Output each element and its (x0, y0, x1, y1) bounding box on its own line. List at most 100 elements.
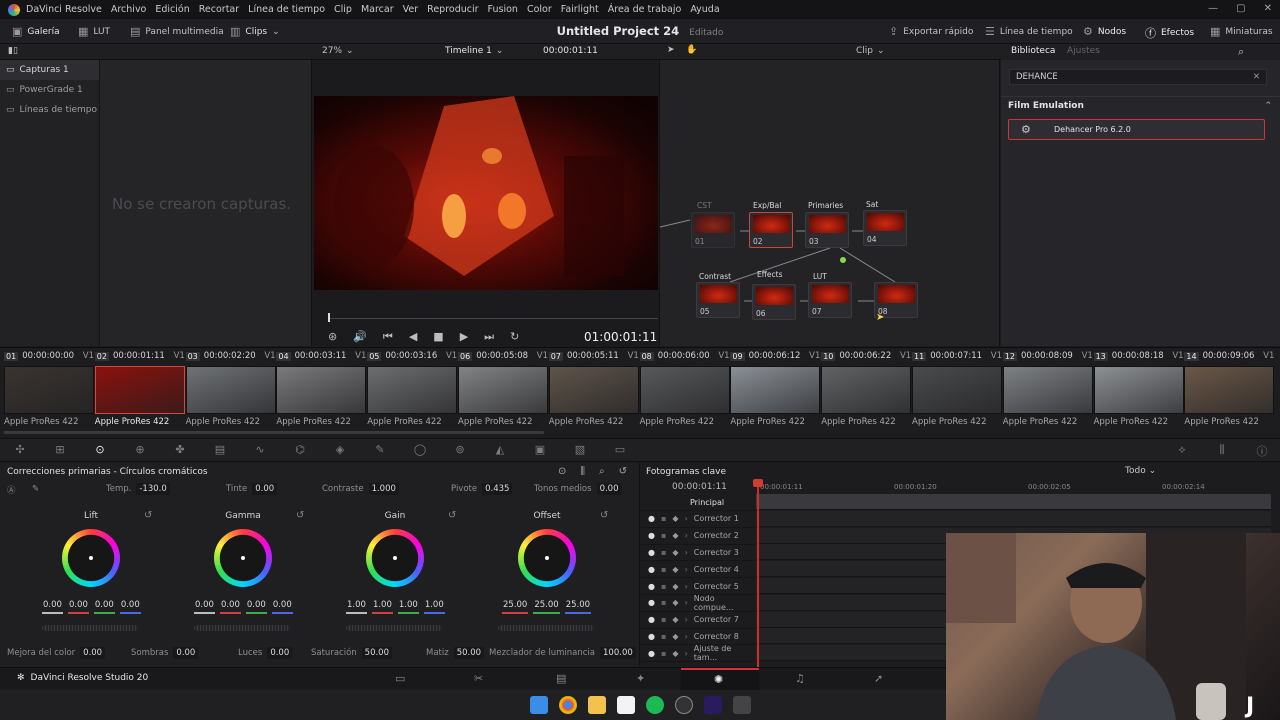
keyframe-row[interactable]: ● ▪ ◆ › Corrector 1 (641, 511, 755, 528)
wheel-value[interactable]: 1.00 (423, 600, 445, 614)
first-frame-icon[interactable]: ⏮ (383, 330, 393, 344)
menu-item[interactable]: Ver (403, 4, 419, 15)
sizing-icon[interactable]: ▧ (572, 443, 588, 457)
keyframe-track[interactable] (756, 510, 1271, 527)
bottom-param[interactable]: Matiz 50.00 (426, 647, 485, 659)
search-icon[interactable]: ⌕ (1238, 45, 1244, 59)
film-emulation-section[interactable]: Film Emulation ⌃ (1001, 96, 1280, 114)
menu-item[interactable]: Edición (155, 4, 189, 15)
hdr-icon[interactable]: ⊕ (132, 443, 148, 457)
wheel-value[interactable]: 0.00 (245, 600, 267, 614)
clip-thumbnail[interactable]: 06 00:00:05:08 V1 Apple ProRes 422 (458, 349, 548, 427)
keyframe-row[interactable]: ● ▪ ◆ › Nodo compue... (641, 594, 755, 612)
temp-control[interactable]: Temp. -130.0 (106, 483, 170, 495)
clip-thumbnail[interactable]: 04 00:00:03:11 V1 Apple ProRes 422 (276, 349, 367, 427)
color-wheel[interactable] (366, 529, 424, 587)
lock-icon[interactable]: ▪ (661, 615, 666, 624)
clip-mode-select[interactable]: Clip ⌄ (856, 46, 885, 56)
lock-icon[interactable]: ▪ (661, 548, 666, 557)
keyframe-diamond-icon[interactable]: ◆ (672, 598, 678, 607)
playhead-handle[interactable] (753, 479, 763, 487)
wheel-value[interactable]: 25.00 (564, 600, 592, 614)
color-wheel[interactable] (214, 529, 272, 587)
reset-icon[interactable]: ↺ (619, 466, 627, 477)
clear-search-icon[interactable]: ✕ (1253, 72, 1260, 82)
param-value[interactable]: 0.00 (267, 647, 293, 659)
clip-thumbnail[interactable]: 02 00:00:01:11 V1 Apple ProRes 422 (94, 349, 185, 427)
reset-icon[interactable]: ↺ (296, 510, 304, 521)
motion-effects-icon[interactable]: ▤ (212, 443, 228, 457)
master-wheel-slider[interactable] (194, 625, 290, 631)
tracker-icon[interactable]: ◯ (412, 443, 428, 457)
audio-icon[interactable]: 🔊 (353, 330, 367, 344)
wheel-value[interactable]: 0.00 (67, 600, 89, 614)
reset-icon[interactable]: ↺ (600, 510, 608, 521)
expand-arrow-icon[interactable]: › (685, 632, 688, 641)
expand-arrow-icon[interactable]: › (685, 514, 688, 523)
wheel-value[interactable]: 1.00 (346, 600, 367, 614)
clip-thumbnail[interactable]: 13 00:00:08:18 V1 Apple ProRes 422 (1093, 349, 1184, 427)
clip-thumbnail[interactable]: 09 00:00:06:12 V1 Apple ProRes 422 (730, 349, 821, 427)
clip-thumbnail[interactable]: 01 00:00:00:00 V1 Apple ProRes 422 (4, 349, 94, 427)
keyframe-row[interactable]: ● ▪ ◆ › Corrector 5 (641, 578, 755, 595)
keyframe-diamond-icon[interactable]: ◆ (672, 615, 678, 624)
info-icon[interactable]: ⓘ (1254, 443, 1270, 458)
magic-mask-icon[interactable]: ⊚ (452, 443, 468, 457)
keyframe-diamond-icon[interactable]: ◆ (672, 565, 678, 574)
menu-item[interactable]: Clip (334, 4, 352, 15)
keyframe-row[interactable]: ● ▪ ◆ › Corrector 3 (641, 544, 755, 562)
close-icon[interactable]: ✕ (1264, 3, 1272, 14)
lock-icon[interactable]: ▪ (661, 531, 666, 540)
wheel-value[interactable]: 0.00 (119, 600, 141, 614)
album-item[interactable]: ▭ Líneas de tiempo (0, 100, 99, 120)
clips-button[interactable]: ▥ Clips ⌄ (230, 25, 280, 38)
wheel-value[interactable]: 25.00 (533, 600, 560, 614)
keyframe-row[interactable]: ● ▪ ◆ › Corrector 4 (641, 561, 755, 579)
lightbox-icon[interactable]: ⟡ (1174, 443, 1190, 457)
lock-icon[interactable]: ▪ (661, 649, 666, 658)
param-value[interactable]: 50.00 (361, 647, 392, 659)
fairlight-page-icon[interactable]: ♫ (795, 672, 805, 685)
target-icon[interactable]: ⊙ (558, 466, 566, 477)
clip-thumbnail[interactable]: 05 00:00:03:16 V1 Apple ProRes 422 (367, 349, 458, 427)
visibility-dot-icon[interactable]: ● (648, 649, 655, 658)
bottom-param[interactable]: Luces 0.00 (238, 647, 293, 659)
effects-search-input[interactable]: DEHANCE ✕ (1009, 69, 1267, 85)
node-06[interactable]: 06 (752, 284, 796, 320)
expand-arrow-icon[interactable]: › (685, 548, 688, 557)
clip-thumbnail[interactable]: 08 00:00:06:00 V1 Apple ProRes 422 (639, 349, 730, 427)
visibility-dot-icon[interactable]: ● (648, 514, 655, 523)
wheel-value[interactable]: 0.00 (42, 600, 63, 614)
master-wheel-slider[interactable] (42, 625, 138, 631)
keyframe-diamond-icon[interactable]: ◆ (672, 548, 678, 557)
menu-item[interactable]: Recortar (199, 4, 239, 15)
chrome-icon[interactable] (559, 696, 577, 714)
camera-raw-icon[interactable]: ✣ (12, 443, 28, 457)
clip-thumbnail[interactable]: 07 00:00:05:11 V1 Apple ProRes 422 (548, 349, 639, 427)
param-value[interactable]: 0.00 (80, 647, 106, 659)
file-explorer-icon[interactable] (588, 696, 606, 714)
param-value[interactable]: 100.00 (600, 647, 636, 659)
wheel-value[interactable]: 0.00 (271, 600, 293, 614)
param-value[interactable]: 50.00 (453, 647, 485, 659)
notion-icon[interactable] (617, 696, 635, 714)
cut-page-icon[interactable]: ✂ (474, 672, 483, 685)
bottom-param[interactable]: Sombras 0.00 (131, 647, 199, 659)
blur-icon[interactable]: ◭ (492, 443, 508, 457)
window-icon[interactable]: ✎ (372, 443, 388, 457)
curves-icon[interactable]: ∿ (252, 443, 268, 457)
quick-export-button[interactable]: ⇪ Exportar rápido (889, 25, 973, 38)
timeline-select[interactable]: Timeline 1 ⌄ (445, 46, 503, 56)
color-wheel[interactable] (518, 529, 576, 587)
visibility-dot-icon[interactable]: ● (648, 565, 655, 574)
visibility-dot-icon[interactable]: ● (648, 632, 655, 641)
clips-scrollbar[interactable] (4, 431, 544, 434)
resolve-taskbar-icon[interactable] (733, 696, 751, 714)
tab-settings[interactable]: Ajustes (1067, 46, 1100, 56)
expand-arrow-icon[interactable]: › (685, 531, 688, 540)
album-item[interactable]: ▭ PowerGrade 1 (0, 80, 99, 100)
master-wheel-slider[interactable] (346, 625, 442, 631)
nodes-button[interactable]: ⚙ Nodos (1083, 25, 1126, 38)
color-match-icon[interactable]: ⊞ (52, 443, 68, 457)
bars-icon[interactable]: ⫼ (580, 466, 585, 477)
